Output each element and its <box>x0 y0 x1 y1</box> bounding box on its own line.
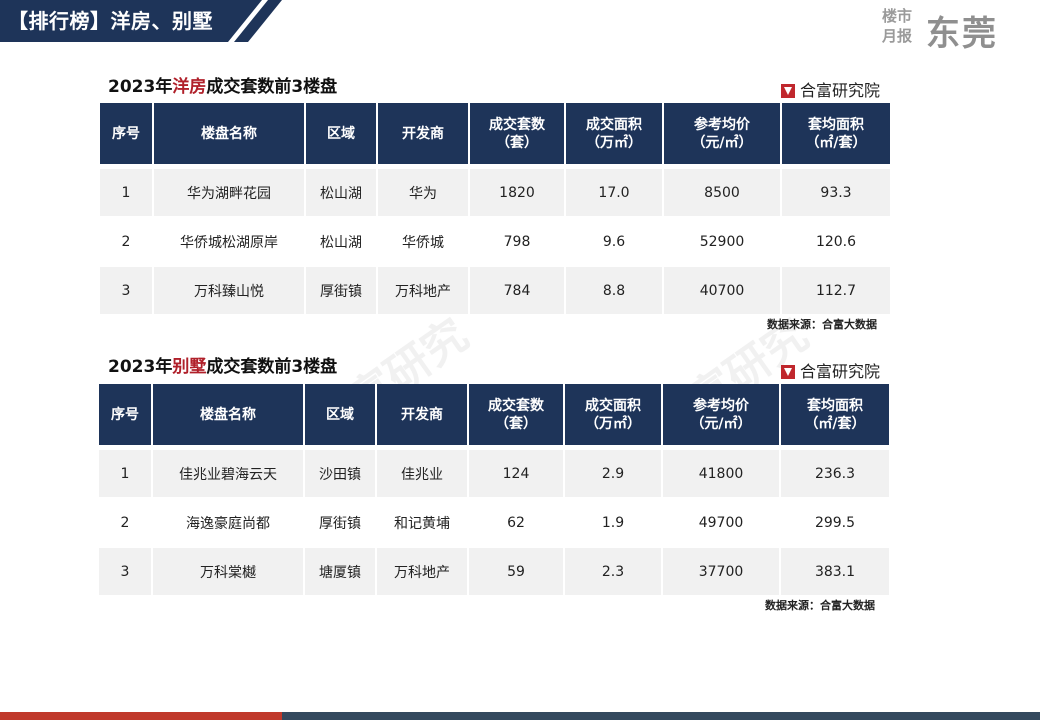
section2-table: 序号 楼盘名称 区域 开发商 成交套数 （套） 成交面积 （万㎡） 参考均价 （元/㎡… <box>99 384 889 595</box>
col-header: 序号 <box>99 384 153 445</box>
cell-project: 万科臻山悦 <box>154 265 306 314</box>
cell-rank: 2 <box>99 497 153 546</box>
cell-project: 华侨城松湖原岸 <box>154 216 306 265</box>
section2-title: 2023年别墅成交套数前3楼盘 <box>108 357 338 377</box>
col-header: 楼盘名称 <box>153 384 305 445</box>
cell-avg-unit-area: 383.1 <box>781 546 889 595</box>
cell-avg-price: 37700 <box>663 546 781 595</box>
col-header: 开发商 <box>378 103 470 164</box>
table-header-row: 序号 楼盘名称 区域 开发商 成交套数 （套） 成交面积 （万㎡） 参考均价 （元/㎡… <box>99 384 889 445</box>
brand-name: 东莞 <box>926 14 998 54</box>
cell-rank: 3 <box>99 546 153 595</box>
col-header: 成交面积 （万㎡） <box>566 103 664 164</box>
cell-avg-price: 40700 <box>664 265 782 314</box>
cell-rank: 2 <box>100 216 154 265</box>
cell-floor-area: 1.9 <box>565 497 663 546</box>
table-row: 2 华侨城松湖原岸 松山湖 华侨城 798 9.6 52900 120.6 <box>100 216 890 265</box>
header-banner: 【排行榜】洋房、别墅 <box>0 0 290 42</box>
footer-bar-left <box>0 712 282 720</box>
col-header: 套均面积 （㎡/套） <box>781 384 889 445</box>
cell-area: 厚街镇 <box>306 265 378 314</box>
cell-units: 1820 <box>470 164 566 216</box>
section1-source-logo: 合富研究院 <box>780 77 880 101</box>
cell-avg-unit-area: 93.3 <box>782 164 890 216</box>
cell-units: 798 <box>470 216 566 265</box>
brand-line1: 楼市 <box>882 7 913 25</box>
cell-developer: 和记黄埔 <box>377 497 469 546</box>
banner-title: 【排行榜】洋房、别墅 <box>8 9 213 33</box>
cell-developer: 万科地产 <box>377 546 469 595</box>
hefu-logo-icon <box>780 84 795 98</box>
col-header: 楼盘名称 <box>154 103 306 164</box>
col-header: 成交面积 （万㎡） <box>565 384 663 445</box>
cell-floor-area: 2.3 <box>565 546 663 595</box>
cell-project: 佳兆业碧海云天 <box>153 445 305 497</box>
cell-area: 松山湖 <box>306 164 378 216</box>
cell-floor-area: 8.8 <box>566 265 664 314</box>
cell-developer: 华侨城 <box>378 216 470 265</box>
cell-developer: 华为 <box>378 164 470 216</box>
col-header: 成交套数 （套） <box>470 103 566 164</box>
col-header: 套均面积 （㎡/套） <box>782 103 890 164</box>
cell-developer: 佳兆业 <box>377 445 469 497</box>
cell-avg-unit-area: 299.5 <box>781 497 889 546</box>
col-header: 开发商 <box>377 384 469 445</box>
cell-project: 华为湖畔花园 <box>154 164 306 216</box>
cell-project: 海逸豪庭尚都 <box>153 497 305 546</box>
cell-developer: 万科地产 <box>378 265 470 314</box>
col-header: 参考均价 （元/㎡） <box>663 384 781 445</box>
cell-floor-area: 17.0 <box>566 164 664 216</box>
cell-avg-price: 52900 <box>664 216 782 265</box>
col-header: 区域 <box>306 103 378 164</box>
table-row: 1 华为湖畔花园 松山湖 华为 1820 17.0 8500 93.3 <box>100 164 890 216</box>
col-header: 区域 <box>305 384 377 445</box>
cell-avg-unit-area: 236.3 <box>781 445 889 497</box>
col-header: 成交套数 （套） <box>469 384 565 445</box>
section1-source-note: 数据来源：合富大数据 <box>767 318 877 331</box>
section1-table: 序号 楼盘名称 区域 开发商 成交套数 （套） 成交面积 （万㎡） 参考均价 （元/㎡… <box>100 103 890 314</box>
table-header-row: 序号 楼盘名称 区域 开发商 成交套数 （套） 成交面积 （万㎡） 参考均价 （元/㎡… <box>100 103 890 164</box>
cell-area: 塘厦镇 <box>305 546 377 595</box>
cell-avg-price: 41800 <box>663 445 781 497</box>
cell-avg-price: 8500 <box>664 164 782 216</box>
cell-avg-unit-area: 120.6 <box>782 216 890 265</box>
cell-units: 62 <box>469 497 565 546</box>
section1-title: 2023年洋房成交套数前3楼盘 <box>108 77 338 97</box>
footer-bar-right <box>282 712 1040 720</box>
cell-project: 万科棠樾 <box>153 546 305 595</box>
cell-floor-area: 2.9 <box>565 445 663 497</box>
cell-units: 784 <box>470 265 566 314</box>
cell-avg-price: 49700 <box>663 497 781 546</box>
cell-rank: 1 <box>99 445 153 497</box>
cell-area: 厚街镇 <box>305 497 377 546</box>
brand-line2: 月报 <box>882 27 913 45</box>
cell-floor-area: 9.6 <box>566 216 664 265</box>
section2-source-note: 数据来源：合富大数据 <box>765 599 875 612</box>
cell-units: 59 <box>469 546 565 595</box>
col-header: 参考均价 （元/㎡） <box>664 103 782 164</box>
cell-avg-unit-area: 112.7 <box>782 265 890 314</box>
table-row: 2 海逸豪庭尚都 厚街镇 和记黄埔 62 1.9 49700 299.5 <box>99 497 889 546</box>
col-header: 序号 <box>100 103 154 164</box>
table-row: 1 佳兆业碧海云天 沙田镇 佳兆业 124 2.9 41800 236.3 <box>99 445 889 497</box>
brand-logo: 楼市 月报 东莞 <box>882 6 1022 54</box>
hefu-logo-icon <box>780 365 795 379</box>
section2-source-logo: 合富研究院 <box>780 358 880 382</box>
cell-area: 沙田镇 <box>305 445 377 497</box>
table-row: 3 万科臻山悦 厚街镇 万科地产 784 8.8 40700 112.7 <box>100 265 890 314</box>
table-row: 3 万科棠樾 塘厦镇 万科地产 59 2.3 37700 383.1 <box>99 546 889 595</box>
cell-rank: 3 <box>100 265 154 314</box>
cell-rank: 1 <box>100 164 154 216</box>
cell-units: 124 <box>469 445 565 497</box>
cell-area: 松山湖 <box>306 216 378 265</box>
